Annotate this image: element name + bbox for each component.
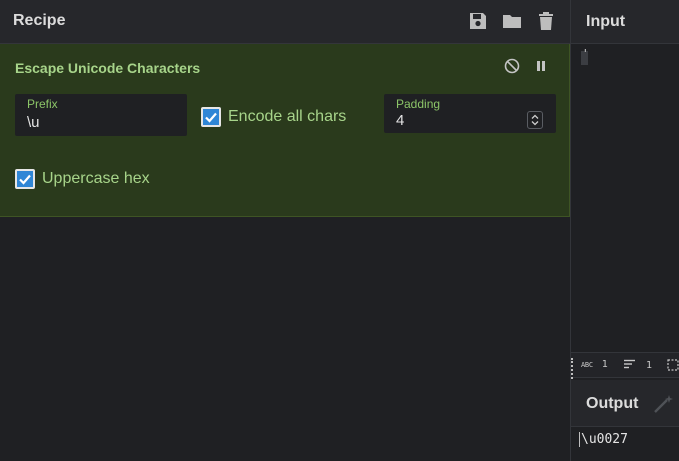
- prefix-input[interactable]: \u: [27, 114, 40, 131]
- pause-icon[interactable]: [532, 57, 550, 75]
- output-title: Output: [586, 395, 639, 412]
- operation-escape-unicode[interactable]: Escape Unicode Characters Prefix \u Enco…: [0, 44, 570, 217]
- recipe-panel: Recipe Escape Unicode Characters Prefix …: [0, 0, 570, 461]
- checkbox-checked-icon[interactable]: [201, 107, 221, 127]
- prefix-label: Prefix: [27, 97, 58, 111]
- char-count-label: ABC: [581, 360, 593, 369]
- char-count: ABC 1: [581, 359, 608, 370]
- input-text: ': [582, 47, 589, 60]
- encode-all-chars-checkbox[interactable]: Encode all chars: [201, 107, 346, 127]
- encode-all-chars-label: Encode all chars: [228, 108, 347, 125]
- output-text: \u0027: [579, 432, 628, 447]
- padding-label: Padding: [396, 97, 441, 111]
- char-count-value: 1: [601, 359, 608, 370]
- padding-stepper[interactable]: [527, 111, 543, 129]
- input-textarea[interactable]: ': [571, 44, 679, 352]
- padding-field[interactable]: Padding 4: [384, 94, 556, 133]
- input-status-bar: ABC 1 1: [571, 352, 679, 378]
- recipe-header: Recipe: [0, 0, 570, 44]
- recipe-title: Recipe: [13, 12, 66, 29]
- input-title: Input: [586, 13, 626, 30]
- lines-icon: [624, 359, 636, 372]
- uppercase-hex-label: Uppercase hex: [42, 170, 150, 187]
- disable-icon[interactable]: [503, 57, 521, 75]
- save-icon[interactable]: [467, 10, 489, 32]
- input-header: Input: [571, 0, 679, 44]
- output-header: Output: [571, 380, 679, 427]
- operation-title: Escape Unicode Characters: [15, 60, 201, 76]
- uppercase-hex-checkbox[interactable]: Uppercase hex: [15, 169, 150, 189]
- checkbox-checked-icon[interactable]: [15, 169, 35, 189]
- padding-input[interactable]: 4: [396, 112, 404, 129]
- selection-icon[interactable]: [667, 359, 679, 371]
- magic-wand-icon[interactable]: [653, 394, 675, 419]
- folder-icon[interactable]: [501, 10, 523, 32]
- prefix-field[interactable]: Prefix \u: [15, 94, 187, 136]
- line-count-value: 1: [646, 360, 653, 371]
- output-textarea[interactable]: \u0027: [571, 427, 679, 461]
- trash-icon[interactable]: [535, 10, 557, 32]
- line-count: 1: [624, 359, 652, 372]
